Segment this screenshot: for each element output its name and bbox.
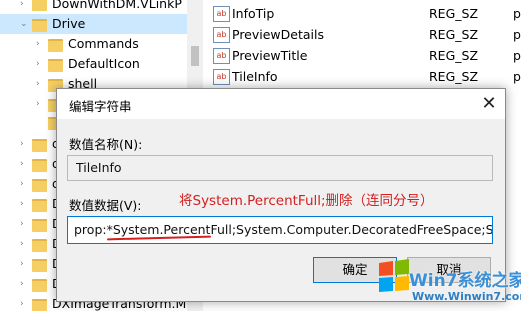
value-data: p [513,69,521,84]
chevron-right-icon[interactable]: › [36,40,44,49]
folder-icon [32,199,47,212]
folder-icon [32,299,47,311]
folder-icon [32,239,47,252]
value-row[interactable]: ab PreviewDetails REG_SZ p [203,24,521,45]
value-name: PreviewTitle [232,48,308,63]
chevron-right-icon[interactable]: › [20,0,28,9]
value-data-text[interactable]: prop:*System.PercentFull;System.Computer… [74,222,492,237]
value-data: p [513,27,521,42]
chevron-right-icon[interactable]: › [20,240,28,249]
chevron-right-icon[interactable]: › [20,180,28,189]
watermark-url: Www.Winwin7.com [412,290,521,303]
value-data: p [513,6,521,21]
chevron-right-icon[interactable]: › [20,260,28,269]
chevron-right-icon[interactable]: › [20,280,28,289]
value-type: REG_SZ [429,48,479,63]
folder-icon [48,59,63,72]
value-type: REG_SZ [429,6,479,21]
instruction-annotation: 将System.PercentFull;删除（连同分号） [179,193,434,209]
chevron-right-icon[interactable]: › [20,300,28,309]
tree-item[interactable]: › DownWithDM.VLinkP [0,0,187,14]
watermark-text: Win7系统之家 [409,271,521,291]
string-value-icon: ab [213,69,230,85]
folder-open-icon [32,19,47,32]
value-name-label: 数值名称(N): [69,137,143,152]
value-row[interactable]: ab PreviewTitle REG_SZ p [203,45,521,66]
close-icon[interactable]: ✕ [479,94,499,114]
folder-icon [32,159,47,172]
dialog-titlebar[interactable]: 编辑字符串 ✕ [57,89,505,119]
folder-icon [32,219,47,232]
value-type: REG_SZ [429,69,479,84]
tree-item-commands[interactable]: › Commands [0,34,187,54]
value-name-field: TileInfo [67,155,493,181]
folder-icon [32,279,47,292]
registry-values-list: ab InfoTip REG_SZ p ab PreviewDetails RE… [203,0,521,90]
folder-icon [48,39,63,52]
value-name: PreviewDetails [232,27,324,42]
string-value-icon: ab [213,27,230,43]
folder-icon [32,259,47,272]
value-name: InfoTip [232,6,275,21]
value-data-label: 数值数据(V): [69,198,142,213]
string-value-icon: ab [213,6,230,22]
string-value-icon: ab [213,48,230,64]
chevron-right-icon[interactable]: › [36,100,44,109]
value-row[interactable]: ab InfoTip REG_SZ p [203,3,521,24]
chevron-right-icon[interactable]: › [20,200,28,209]
scrollbar-thumb[interactable] [191,46,199,66]
value-data-input[interactable]: prop:*System.PercentFull;System.Computer… [67,216,493,244]
tree-item-drive[interactable]: ⌄ Drive [0,14,187,34]
dialog-title: 编辑字符串 [69,99,132,114]
folder-icon [32,139,47,152]
folder-icon [32,0,47,11]
chevron-right-icon[interactable]: › [36,80,44,89]
chevron-right-icon[interactable]: › [20,220,28,229]
chevron-right-icon[interactable]: › [20,140,28,149]
value-row-tileinfo[interactable]: ab TileInfo REG_SZ p [203,66,521,87]
value-name-text: TileInfo [76,160,122,175]
value-type: REG_SZ [429,27,479,42]
chevron-right-icon[interactable]: › [20,160,28,169]
folder-icon [32,179,47,192]
value-data: p [513,48,521,63]
value-name: TileInfo [232,69,278,84]
chevron-right-icon[interactable]: › [36,60,44,69]
tree-item-defaulticon[interactable]: › DefaultIcon [0,54,187,74]
chevron-down-icon[interactable]: ⌄ [20,20,28,29]
